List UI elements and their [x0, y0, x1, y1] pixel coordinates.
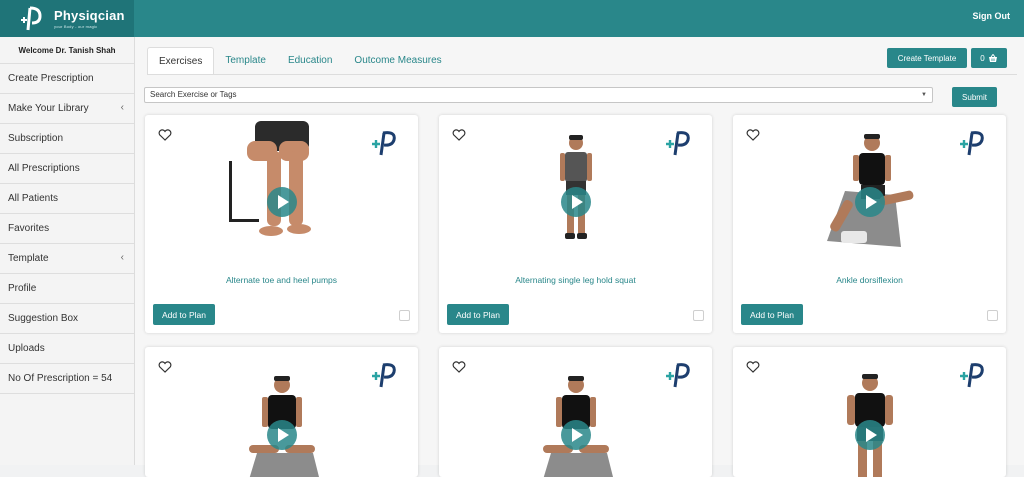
heart-icon[interactable]: [158, 129, 172, 141]
select-checkbox[interactable]: [987, 310, 998, 321]
play-video-button[interactable]: [266, 420, 297, 450]
basket-icon: [988, 53, 997, 62]
tab-template[interactable]: Template: [214, 47, 277, 74]
sidebar: Welcome Dr. Tanish Shah Create Prescript…: [0, 37, 135, 465]
exercise-title: Ankle dorsiflexion: [836, 275, 903, 285]
sidebar-item-favorites[interactable]: Favorites: [0, 214, 134, 244]
play-video-button[interactable]: [560, 187, 591, 217]
exercise-card[interactable]: Ankle dorsiflexion Add to Plan: [733, 115, 1006, 333]
exercise-card[interactable]: Alternating single leg hold squat Add to…: [439, 115, 712, 333]
cart-button[interactable]: 0: [971, 48, 1007, 68]
exercise-image: [248, 376, 319, 477]
physiqcian-brand-icon: [372, 363, 396, 388]
tab-outcome-measures[interactable]: Outcome Measures: [343, 47, 452, 74]
heart-icon[interactable]: [452, 361, 466, 373]
heart-icon[interactable]: [452, 129, 466, 141]
sidebar-item-label: Suggestion Box: [8, 313, 79, 324]
sidebar-item-label: All Patients: [8, 193, 59, 204]
welcome-text: Welcome Dr. Tanish Shah: [0, 37, 134, 64]
prescription-count: No Of Prescription = 54: [0, 364, 134, 394]
app-logo[interactable]: Physiqcian your Body - our magic: [0, 0, 134, 37]
search-input[interactable]: Search Exercise or Tags ▼: [144, 87, 933, 103]
sidebar-item-label: Uploads: [8, 343, 45, 354]
app-name: Physiqcian: [54, 7, 125, 23]
select-checkbox[interactable]: [399, 310, 410, 321]
play-video-button[interactable]: [854, 420, 885, 450]
sidebar-item-subscription[interactable]: Subscription: [0, 124, 134, 154]
exercise-card[interactable]: [733, 347, 1006, 477]
sidebar-item-label: Template: [8, 253, 49, 264]
cart-count: 0: [980, 53, 985, 63]
sidebar-item-profile[interactable]: Profile: [0, 274, 134, 304]
sidebar-item-label: All Prescriptions: [8, 163, 80, 174]
search-placeholder: Search Exercise or Tags: [150, 90, 237, 99]
sidebar-item-all-prescriptions[interactable]: All Prescriptions: [0, 154, 134, 184]
add-to-plan-button[interactable]: Add to Plan: [741, 304, 803, 325]
select-checkbox[interactable]: [693, 310, 704, 321]
play-video-button[interactable]: [854, 187, 885, 217]
prescription-count-label: No Of Prescription = 54: [8, 373, 113, 384]
physiqcian-brand-icon: [372, 131, 396, 156]
sidebar-item-make-your-library[interactable]: Make Your Library ‹: [0, 94, 134, 124]
submit-button[interactable]: Submit: [952, 87, 997, 107]
sidebar-item-label: Profile: [8, 283, 37, 294]
create-template-button[interactable]: Create Template: [887, 48, 967, 68]
exercise-image: [542, 376, 613, 477]
tab-exercises[interactable]: Exercises: [147, 47, 215, 74]
sidebar-item-all-patients[interactable]: All Patients: [0, 184, 134, 214]
sidebar-item-label: Subscription: [8, 133, 64, 144]
main-content: Exercises Template Education Outcome Mea…: [135, 37, 1024, 477]
add-to-plan-button[interactable]: Add to Plan: [153, 304, 215, 325]
heart-icon[interactable]: [746, 361, 760, 373]
exercise-card[interactable]: Alternate toe and heel pumps Add to Plan: [145, 115, 418, 333]
physiqcian-logo-icon: [21, 6, 42, 30]
sidebar-item-template[interactable]: Template ‹: [0, 244, 134, 274]
tab-bar: Exercises Template Education Outcome Mea…: [147, 47, 453, 74]
tab-divider: [147, 74, 1017, 75]
exercise-title: Alternate toe and heel pumps: [225, 275, 338, 285]
physiqcian-brand-icon: [960, 363, 984, 388]
play-video-button[interactable]: [266, 187, 297, 217]
app-tagline: your Body - our magic: [54, 23, 98, 29]
tab-education[interactable]: Education: [277, 47, 343, 74]
sign-out-link[interactable]: Sign Out: [973, 11, 1011, 21]
dropdown-caret-icon[interactable]: ▼: [921, 88, 927, 102]
physiqcian-brand-icon: [960, 131, 984, 156]
chevron-left-icon: ‹: [120, 102, 124, 113]
sidebar-item-uploads[interactable]: Uploads: [0, 334, 134, 364]
sidebar-item-label: Create Prescription: [8, 73, 94, 84]
sidebar-item-label: Favorites: [8, 223, 50, 234]
sidebar-item-create-prescription[interactable]: Create Prescription: [0, 64, 134, 94]
exercise-card[interactable]: [439, 347, 712, 477]
physiqcian-brand-icon: [666, 363, 690, 388]
exercise-title: Alternating single leg hold squat: [515, 275, 636, 285]
exercise-image: [846, 374, 893, 477]
add-to-plan-button[interactable]: Add to Plan: [447, 304, 509, 325]
heart-icon[interactable]: [746, 129, 760, 141]
physiqcian-brand-icon: [666, 131, 690, 156]
play-video-button[interactable]: [560, 420, 591, 450]
chevron-left-icon: ‹: [120, 252, 124, 263]
sidebar-item-suggestion-box[interactable]: Suggestion Box: [0, 304, 134, 334]
exercise-card[interactable]: [145, 347, 418, 477]
sidebar-item-label: Make Your Library: [8, 103, 89, 114]
heart-icon[interactable]: [158, 361, 172, 373]
top-bar: Physiqcian your Body - our magic Sign Ou…: [0, 0, 1024, 37]
